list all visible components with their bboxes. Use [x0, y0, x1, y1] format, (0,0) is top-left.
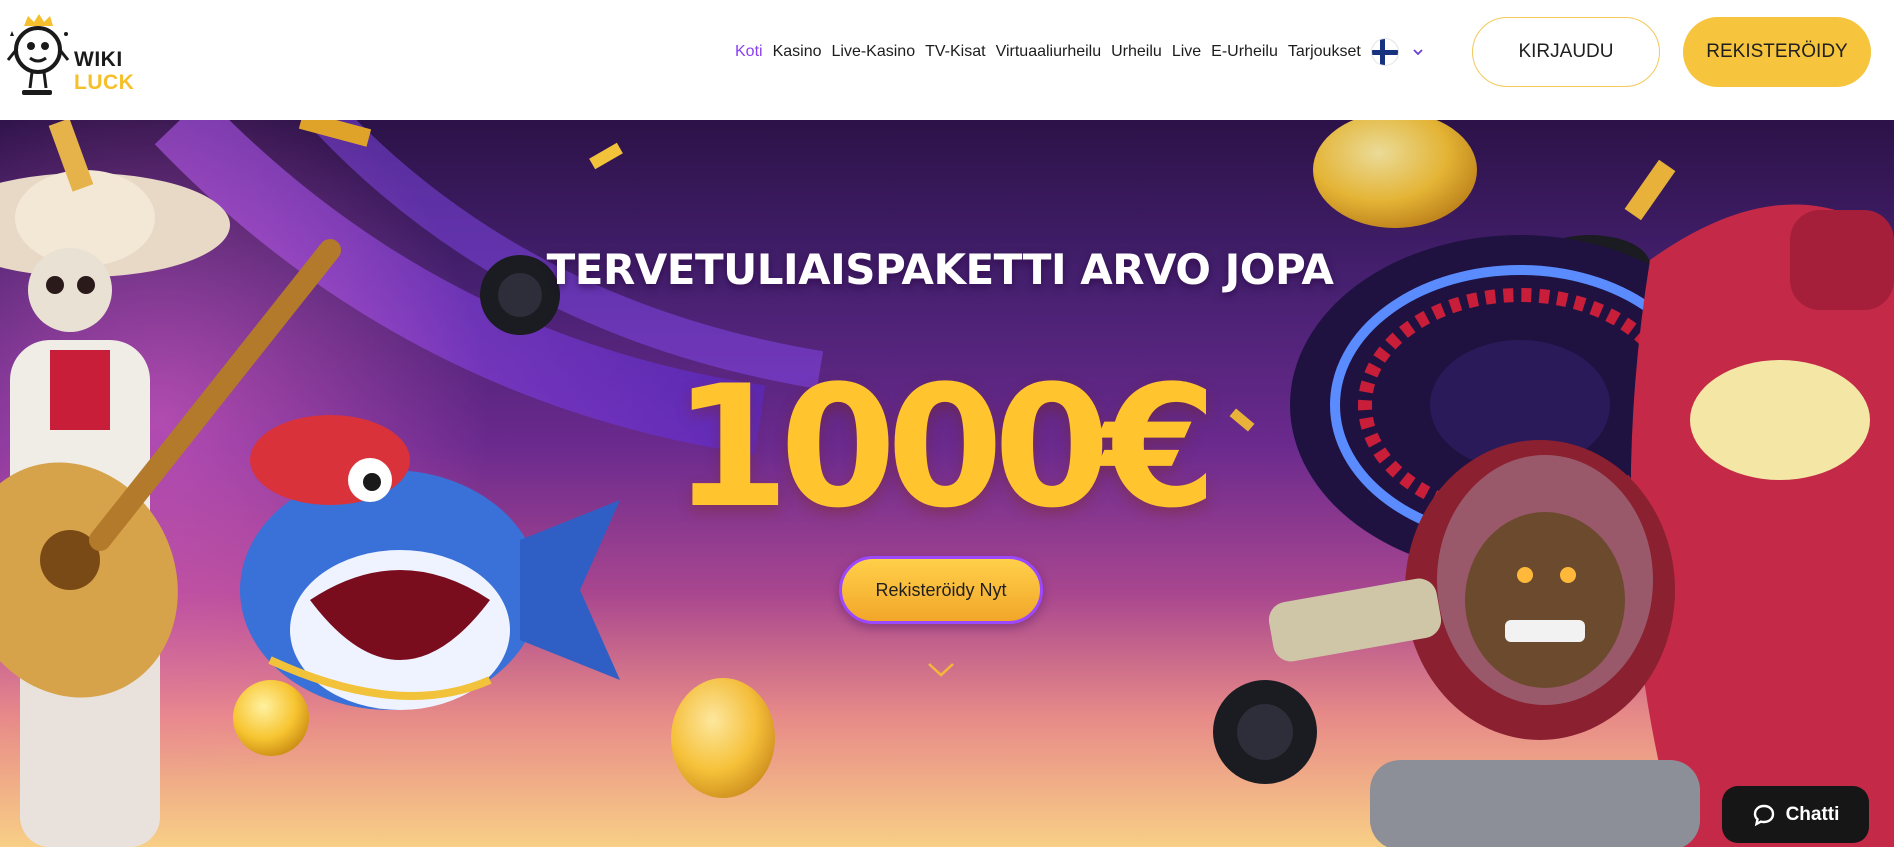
chevron-down-icon — [1413, 49, 1423, 56]
logo-wordmark: WIKI LUCK — [74, 48, 134, 94]
logo-line-1: WIKI — [74, 48, 123, 71]
nav-item-kasino[interactable]: Kasino — [768, 42, 827, 62]
login-button[interactable]: KIRJAUDU — [1472, 17, 1660, 87]
register-now-button[interactable]: Rekisteröidy Nyt — [839, 556, 1043, 624]
chat-button[interactable]: Chatti — [1722, 786, 1869, 843]
nav-item-live[interactable]: Live — [1167, 42, 1206, 62]
nav-item-live-kasino[interactable]: Live-Kasino — [827, 42, 921, 62]
finland-flag-icon — [1372, 39, 1398, 65]
chat-bubble-icon — [1753, 804, 1774, 826]
logo-line-2: LUCK — [74, 71, 135, 94]
logo[interactable]: WIKI LUCK — [4, 8, 134, 108]
nav-item-e-urheilu[interactable]: E-Urheilu — [1206, 42, 1283, 62]
hero-banner: TERVETULIAISPAKETTI ARVO JOPA 1000€ Reki… — [0, 120, 1894, 847]
scroll-down-chevron-icon[interactable] — [927, 662, 955, 678]
mascot-icon — [6, 14, 70, 95]
hero-title: TERVETULIAISPAKETTI ARVO JOPA — [546, 245, 1334, 294]
register-button[interactable]: REKISTERÖIDY — [1683, 17, 1871, 87]
main-nav: Koti Kasino Live-Kasino TV-Kisat Virtuaa… — [730, 42, 1366, 62]
nav-item-virtuaaliurheilu[interactable]: Virtuaaliurheilu — [991, 42, 1107, 62]
hero-bonus-amount: 1000€ — [672, 349, 1217, 545]
chat-label: Chatti — [1785, 803, 1840, 825]
nav-item-urheilu[interactable]: Urheilu — [1106, 42, 1167, 62]
nav-item-tarjoukset[interactable]: Tarjoukset — [1283, 42, 1366, 62]
language-selector[interactable] — [1372, 38, 1432, 66]
nav-item-tv-kisat[interactable]: TV-Kisat — [920, 42, 990, 62]
nav-item-koti[interactable]: Koti — [730, 42, 768, 62]
site-header: WIKI LUCK Koti Kasino Live-Kasino TV-Kis… — [0, 0, 1894, 120]
